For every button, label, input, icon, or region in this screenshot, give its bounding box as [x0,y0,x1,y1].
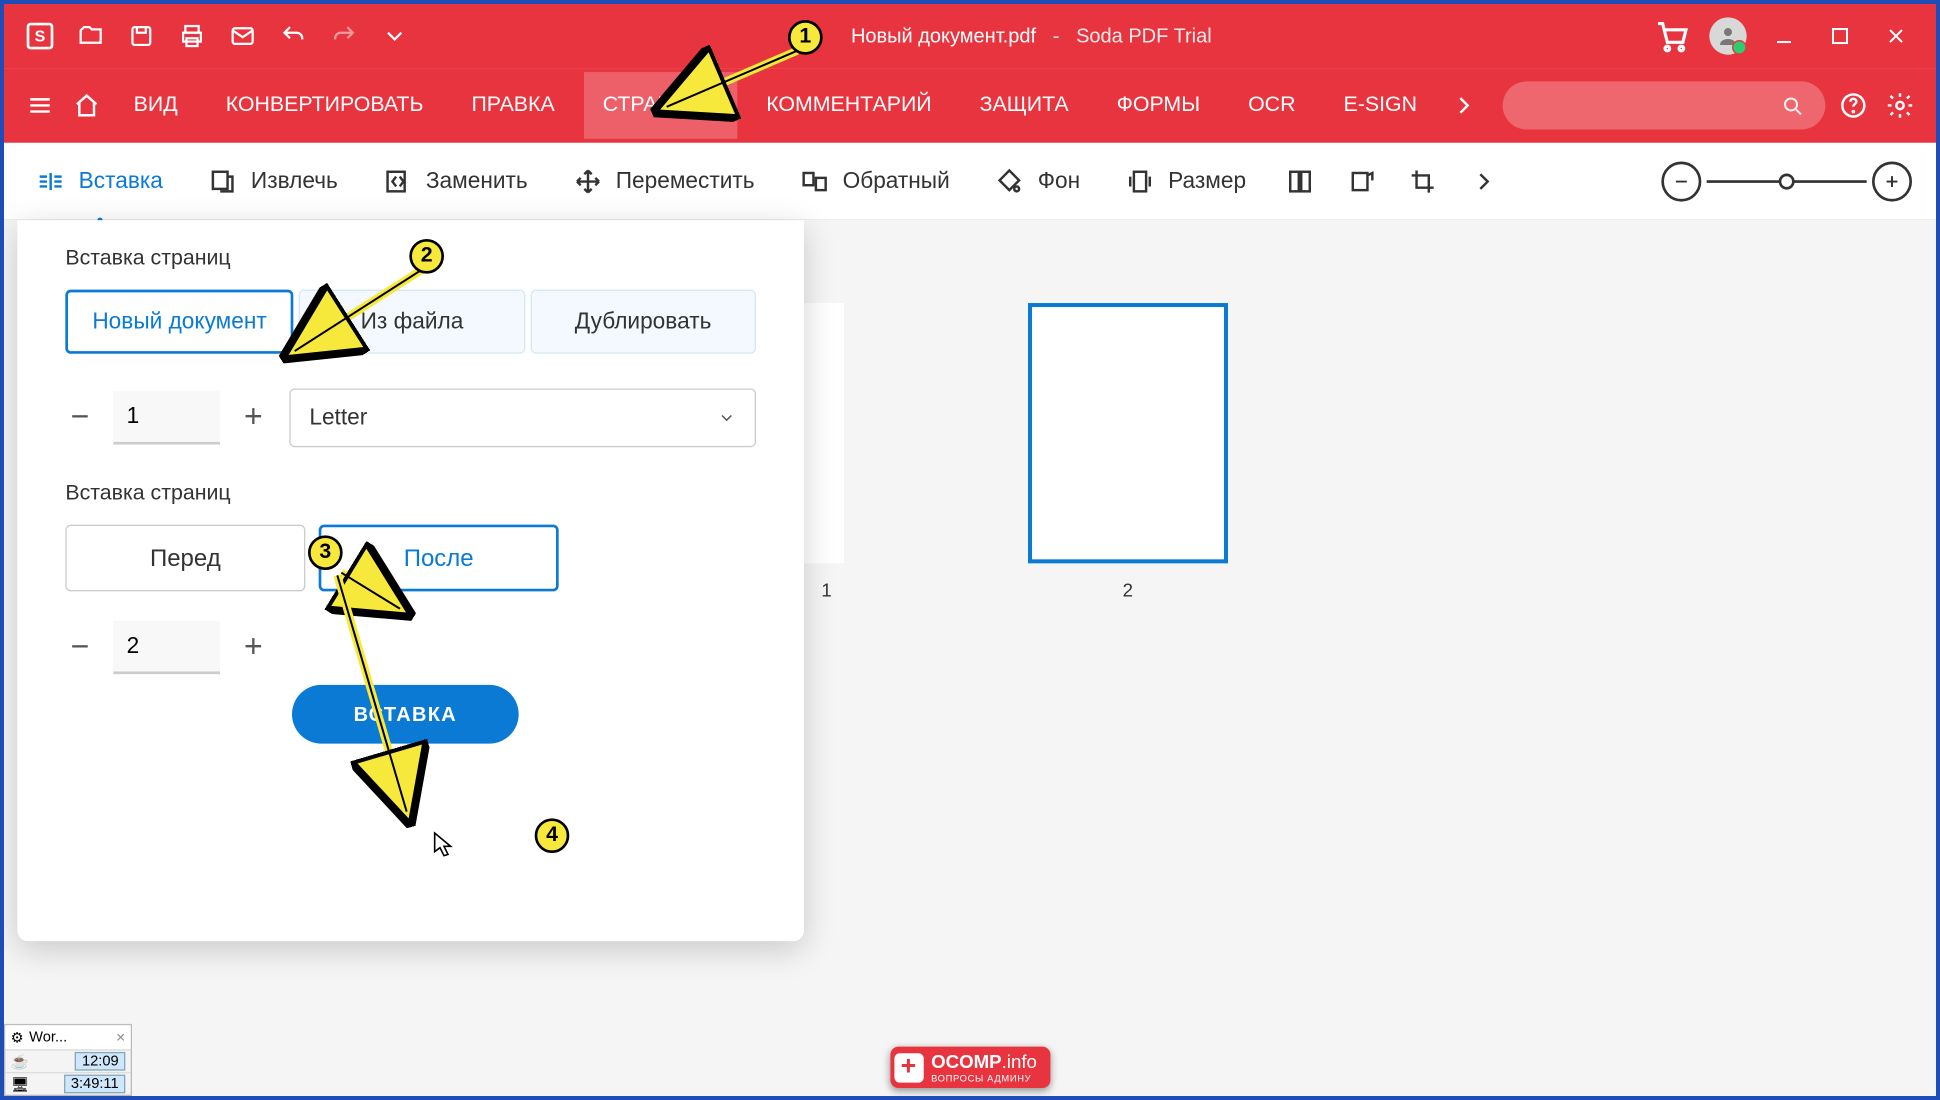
tab-view[interactable]: ВИД [115,72,196,139]
taskbar-snippet: ⚙Wor...× ☕12:09 🖥3:49:11 [4,1024,132,1096]
tool-reverse[interactable]: Обратный [792,158,958,203]
zoom-control[interactable] [1661,161,1912,201]
tab-ocr[interactable]: OCR [1229,72,1314,139]
tool-background[interactable]: Фон [987,158,1088,203]
tab-comment[interactable]: КОММЕНТАРИЙ [748,72,951,139]
open-icon[interactable] [76,21,105,50]
settings-icon[interactable] [1882,85,1918,125]
count-minus[interactable]: − [65,403,94,432]
home-icon[interactable] [69,85,105,125]
tool-size[interactable]: Размер [1117,158,1254,203]
count-input[interactable] [113,391,220,444]
close-button[interactable] [1877,17,1914,54]
zoom-out-button[interactable] [1661,161,1701,201]
page-toolbar: Вставка Извлечь Заменить Переместить Обр… [4,143,1936,220]
cart-icon[interactable] [1653,17,1690,54]
page-number-2: 2 [1123,579,1133,600]
save-icon[interactable] [127,21,156,50]
callout-3: 3 [308,535,343,570]
pos-minus[interactable]: − [65,633,94,662]
tab-page[interactable]: СТРАНИЦА [584,72,737,139]
tool-grid-icon[interactable] [1283,165,1315,197]
paper-size-select[interactable]: Letter [289,388,756,447]
count-plus[interactable]: + [239,403,268,432]
tool-insert[interactable]: Вставка [28,158,171,203]
panel-title-position: Вставка страниц [65,482,756,506]
help-icon[interactable] [1836,85,1872,125]
tab-protect[interactable]: ЗАЩИТА [961,72,1087,139]
pos-input[interactable] [113,621,220,674]
window-title: Новый документ.pdf - Soda PDF Trial [409,25,1653,48]
insert-pages-panel: Вставка страниц Новый документ Из файла … [17,220,804,941]
seg-from-file[interactable]: Из файла [299,290,525,354]
tab-esign[interactable]: E-SIGN [1325,72,1436,139]
user-icon[interactable] [1709,17,1746,54]
mail-icon[interactable] [228,21,257,50]
tab-convert[interactable]: КОНВЕРТИРОВАТЬ [207,72,442,139]
dropdown-icon[interactable] [380,21,409,50]
print-icon[interactable] [177,21,206,50]
pos-plus[interactable]: + [239,633,268,662]
tool-rotate-icon[interactable] [1345,165,1377,197]
tool-replace[interactable]: Заменить [375,158,536,203]
seg-duplicate[interactable]: Дублировать [530,290,756,354]
callout-1: 1 [788,20,823,55]
zoom-in-button[interactable] [1872,161,1912,201]
tool-move[interactable]: Переместить [565,158,763,203]
insert-submit-button[interactable]: ВСТАВКА [292,685,519,744]
menu-icon[interactable] [23,85,59,125]
seg-before[interactable]: Перед [65,525,305,592]
page-number-1: 1 [821,579,831,600]
seg-after[interactable]: После [319,525,559,592]
position-stepper[interactable]: − + [65,621,756,674]
app-logo[interactable]: S [25,21,54,50]
tool-extract[interactable]: Извлечь [200,158,346,203]
tab-edit[interactable]: ПРАВКА [453,72,574,139]
mouse-cursor [433,832,454,859]
watermark: + OCOMP.info ВОПРОСЫ АДМИНУ [890,1047,1050,1088]
seg-new-document[interactable]: Новый документ [65,290,293,354]
tabs-more-icon[interactable] [1446,85,1482,125]
tab-forms[interactable]: ФОРМЫ [1098,72,1219,139]
minimize-button[interactable] [1765,17,1802,54]
redo-icon[interactable] [329,21,358,50]
callout-2: 2 [409,239,444,274]
toolbar-more-icon[interactable] [1467,165,1499,197]
titlebar: S Новый документ.pdf - Soda PDF Trial [4,4,1936,68]
maximize-button[interactable] [1821,17,1858,54]
main-tab-bar: ВИД КОНВЕРТИРОВАТЬ ПРАВКА СТРАНИЦА КОММЕ… [4,68,1936,143]
page-thumbnail-2[interactable] [1028,303,1228,563]
callout-4: 4 [535,818,570,853]
zoom-track[interactable] [1707,180,1867,183]
undo-icon[interactable] [279,21,308,50]
tool-crop-icon[interactable] [1406,165,1438,197]
search-input[interactable] [1503,81,1825,129]
page-count-stepper[interactable]: − + [65,391,268,444]
page-canvas: 1 2 Вставка страниц Новый документ Из фа… [4,220,1936,1096]
